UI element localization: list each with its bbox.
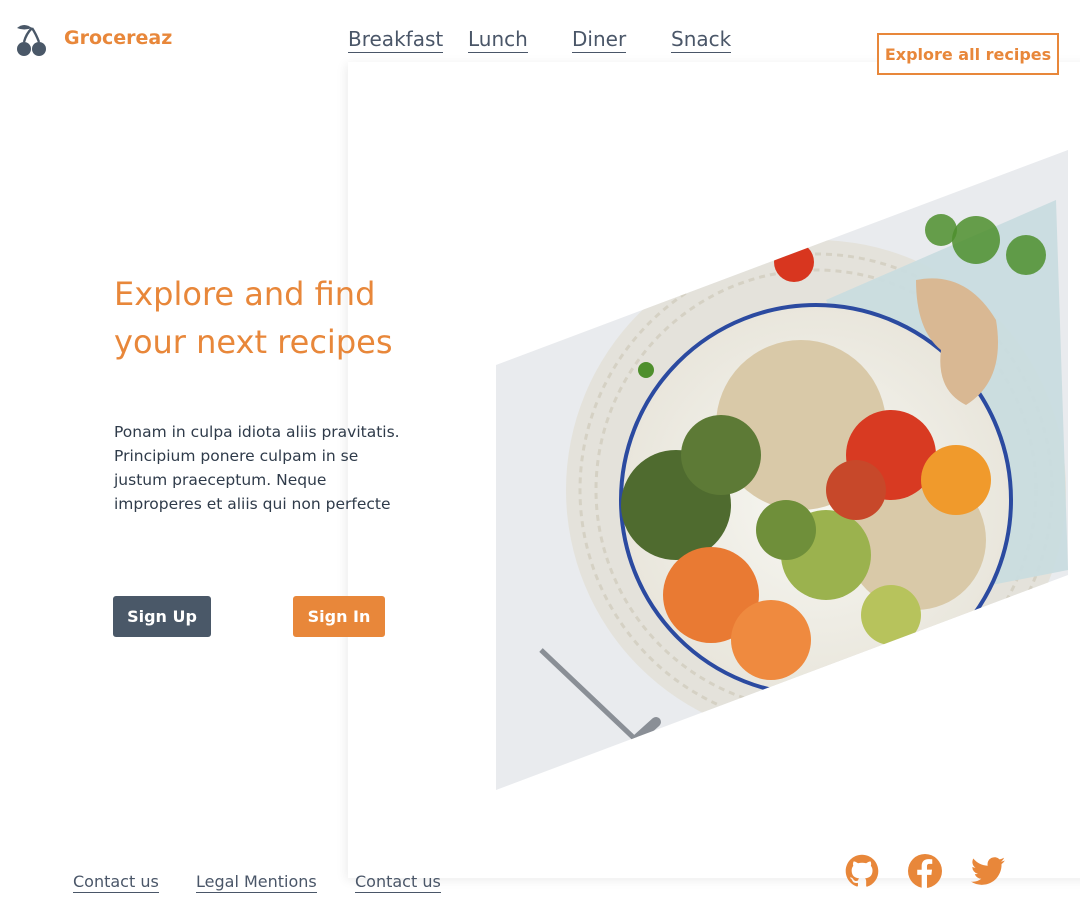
brand-name: Grocereaz: [64, 27, 173, 49]
hero-title: Explore and find your next recipes: [114, 275, 393, 361]
github-icon[interactable]: [845, 854, 879, 888]
sign-in-button[interactable]: Sign In: [293, 596, 385, 637]
cherries-icon: [17, 25, 46, 56]
facebook-icon[interactable]: [908, 854, 942, 888]
nav-item-lunch[interactable]: Lunch: [468, 28, 528, 53]
nav-item-snack[interactable]: Snack: [671, 28, 732, 53]
footer-contact-link-2[interactable]: Contact us: [355, 872, 441, 893]
footer-legal-link[interactable]: Legal Mentions: [196, 872, 317, 893]
twitter-icon[interactable]: [971, 854, 1005, 888]
nav-item-breakfast[interactable]: Breakfast: [348, 28, 444, 53]
sign-up-button[interactable]: Sign Up: [113, 596, 211, 637]
footer-contact-link[interactable]: Contact us: [73, 872, 159, 893]
brand-logo[interactable]: Grocereaz: [14, 22, 172, 58]
explore-all-recipes-button[interactable]: Explore all recipes: [877, 33, 1059, 75]
food-bowl-image: [496, 150, 1068, 790]
nav-item-diner[interactable]: Diner: [572, 28, 627, 53]
hero-description: Ponam in culpa idiota aliis pravitatis. …: [114, 423, 400, 513]
